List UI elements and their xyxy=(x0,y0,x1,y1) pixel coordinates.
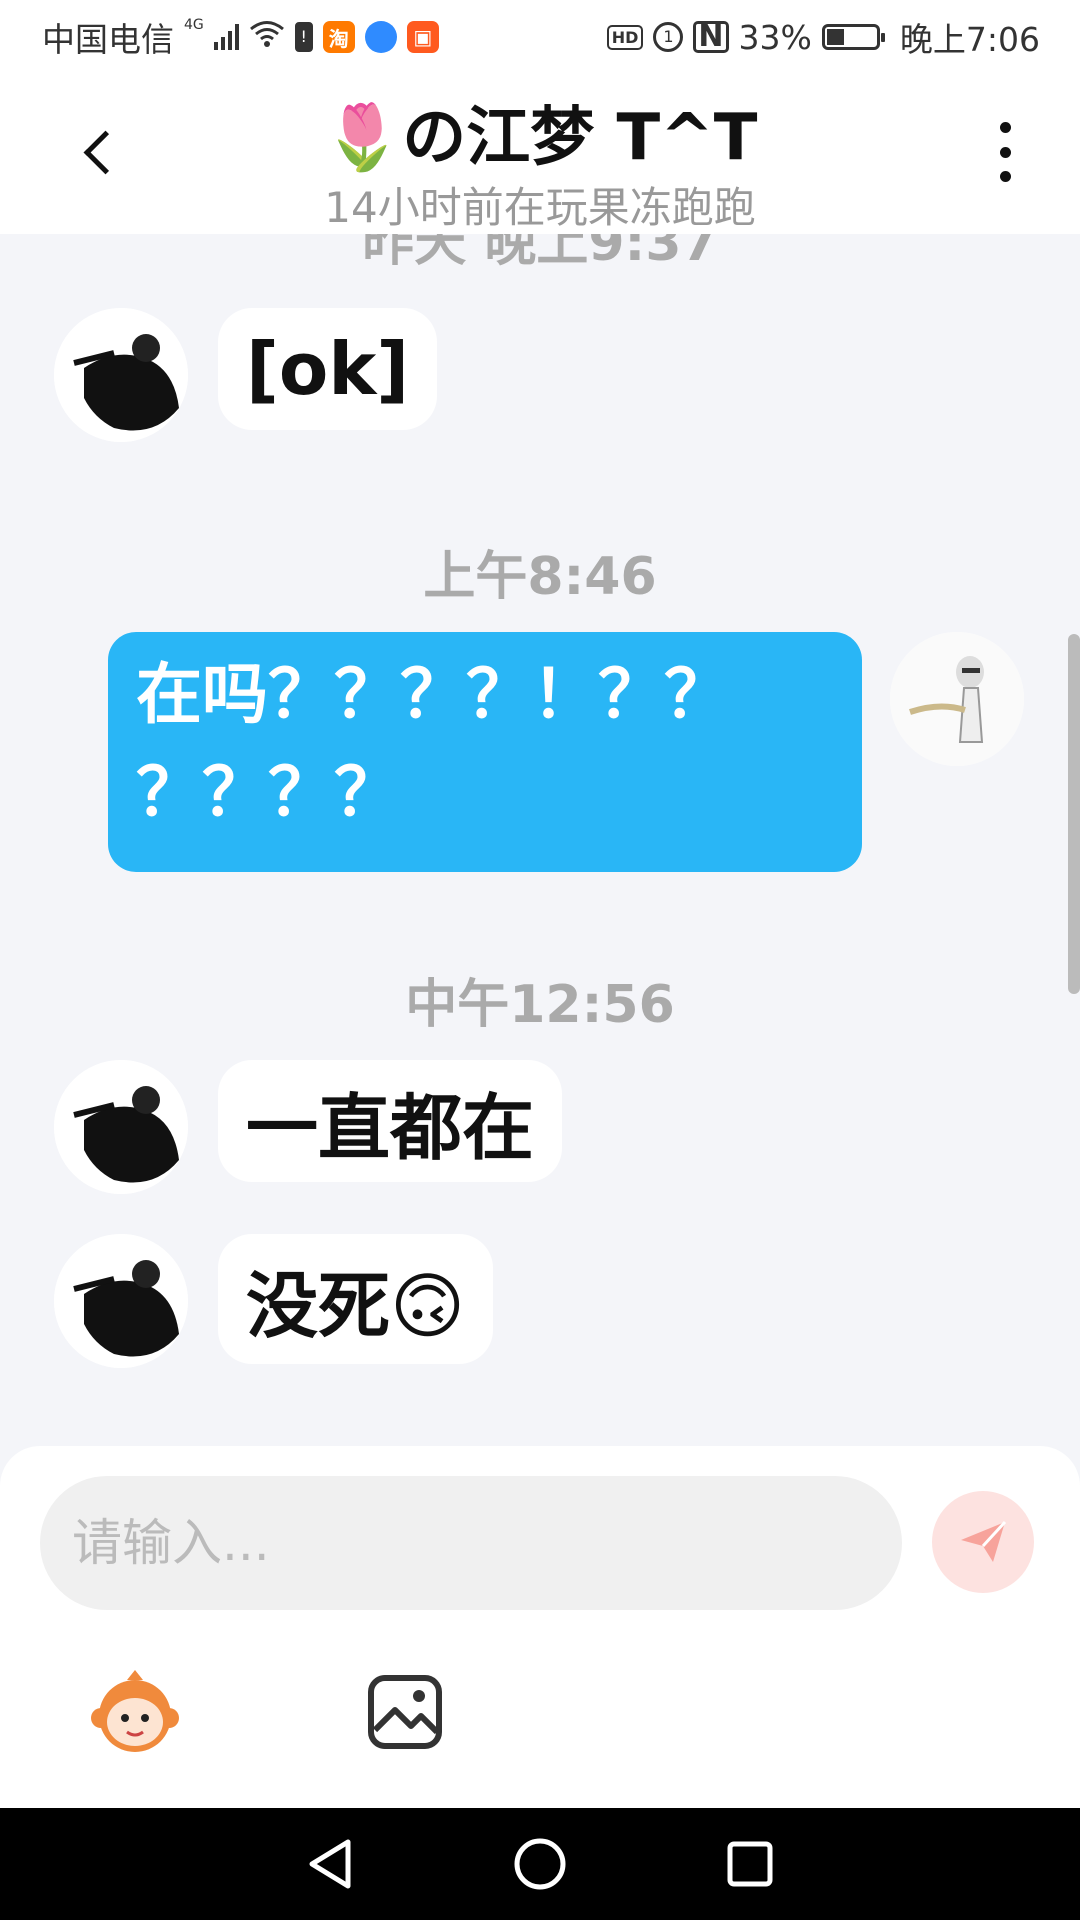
my-message-bubble[interactable]: 在吗？？？？！？？ ？？？？ xyxy=(108,632,862,872)
clock: 晚上7:06 xyxy=(899,20,1040,59)
wifi-icon xyxy=(249,20,285,55)
data-icon: 1 xyxy=(653,22,684,52)
contact-avatar[interactable] xyxy=(54,308,188,442)
taobao-icon: 淘 xyxy=(322,21,355,53)
nav-home-icon[interactable] xyxy=(510,1834,570,1894)
battery-icon xyxy=(821,24,885,50)
composer xyxy=(0,1446,1080,1808)
browser-icon xyxy=(364,21,397,53)
contact-avatar[interactable] xyxy=(54,1060,188,1194)
send-button[interactable] xyxy=(932,1491,1034,1593)
carrier-label: 中国电信 xyxy=(42,20,174,59)
network-type: 4G xyxy=(184,17,204,33)
timestamp: 中午12:56 xyxy=(405,975,675,1035)
timestamp: 上午8:46 xyxy=(423,547,657,607)
nav-recents-icon[interactable] xyxy=(720,1834,780,1894)
message-list[interactable]: 昨天 晚上9:37 [ok] 上午8:46 在吗？？？？！？？ ？？？？ 中午1… xyxy=(0,234,1080,1446)
battery-percent: 33% xyxy=(738,17,812,57)
image-button[interactable] xyxy=(355,1662,455,1762)
hd-icon: HD xyxy=(606,24,644,50)
message-line: ？？？？ xyxy=(136,754,400,831)
monkey-face-icon xyxy=(91,1670,179,1752)
battery-alert-icon: ! xyxy=(294,22,313,52)
signal-icon xyxy=(213,24,239,50)
message-line: 在吗？？？？！？？ xyxy=(136,656,730,733)
nav-back-icon[interactable] xyxy=(300,1834,360,1894)
nfc-icon: N xyxy=(693,21,729,53)
image-icon xyxy=(368,1675,442,1749)
scrollbar[interactable] xyxy=(1068,634,1080,994)
message-input[interactable] xyxy=(40,1476,902,1610)
system-nav-bar xyxy=(0,1808,1080,1920)
more-options-icon[interactable] xyxy=(990,122,1020,182)
status-subtitle: 14小时前在玩果冻跑跑 xyxy=(324,183,756,232)
chat-title: 🌷の江梦 T^T xyxy=(322,101,758,175)
message-bubble[interactable]: 没死🙃 xyxy=(218,1234,494,1364)
message-bubble[interactable]: 一直都在 xyxy=(218,1060,563,1182)
timestamp-partial: 昨天 晚上9:37 xyxy=(362,234,718,273)
message-bubble[interactable]: [ok] xyxy=(218,308,438,430)
status-bar: 中国电信 4G ! 淘 ▣ HD 1 N 33% 晚上7:06 xyxy=(0,0,1080,74)
emoji-sticker-button[interactable] xyxy=(85,1662,185,1762)
contact-avatar[interactable] xyxy=(54,1234,188,1368)
app-icon: ▣ xyxy=(406,21,439,53)
send-icon xyxy=(961,1520,1007,1562)
my-avatar[interactable] xyxy=(890,632,1024,766)
chat-header: 🌷の江梦 T^T 14小时前在玩果冻跑跑 xyxy=(0,74,1080,234)
